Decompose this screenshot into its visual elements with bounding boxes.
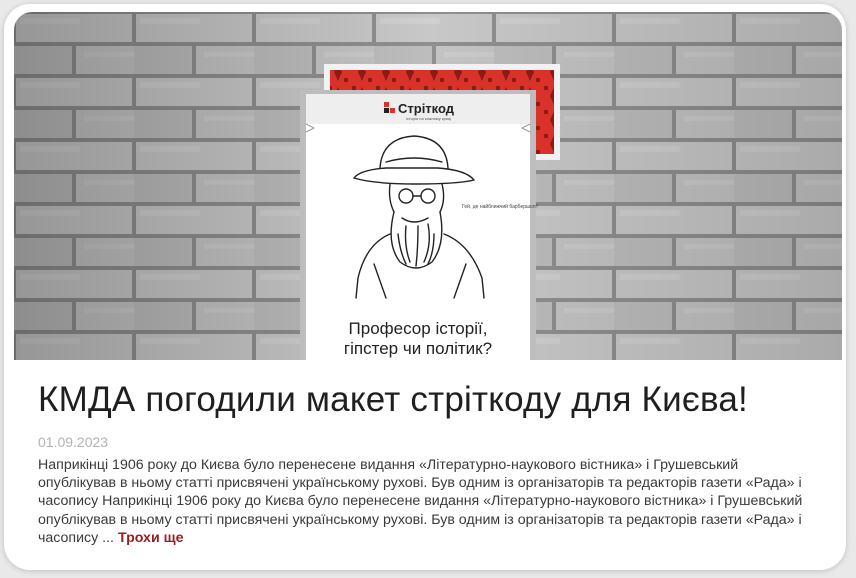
read-more-link[interactable]: Трохи ще bbox=[118, 530, 184, 546]
article-card[interactable]: Стріткод історія на кожному кроці Гей, д… bbox=[4, 4, 846, 570]
brand-name: Стріткод bbox=[398, 101, 455, 116]
article-date: 01.09.2023 bbox=[38, 434, 109, 450]
speech-bubble: Гей, де найближчий барбершоп? bbox=[462, 203, 539, 210]
article-headline[interactable]: КМДА погодили макет стріткоду для Києва! bbox=[38, 380, 748, 420]
streetcode-poster-image: Стріткод історія на кожному кроці Гей, д… bbox=[14, 12, 842, 360]
poster-caption-line2: гіпстер чи політик? bbox=[344, 339, 492, 358]
brand-subtitle: історія на кожному кроці bbox=[406, 116, 451, 121]
article-excerpt: Наприкінці 1906 року до Києва було перен… bbox=[38, 456, 808, 547]
article-image[interactable]: Стріткод історія на кожному кроці Гей, д… bbox=[14, 12, 842, 360]
poster-caption-line1: Професор історії, bbox=[349, 319, 488, 338]
